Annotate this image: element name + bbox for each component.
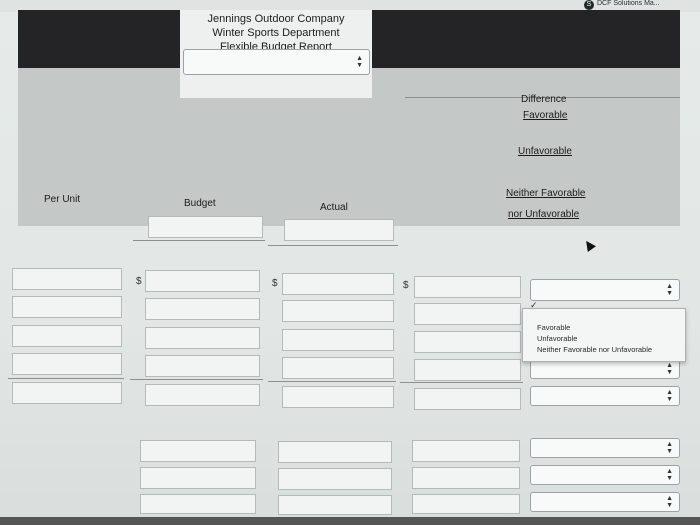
currency-symbol: $ <box>272 278 278 289</box>
difference-header: Difference <box>521 94 567 105</box>
screen-bezel <box>0 517 700 525</box>
dropdown-option-favorable[interactable]: Favorable <box>537 323 570 332</box>
difference-type-select[interactable]: ▲ ▼ <box>530 386 680 406</box>
difference-amount-input[interactable] <box>412 467 520 489</box>
budget-amount-input[interactable] <box>145 298 260 320</box>
budget-amount-input[interactable] <box>145 327 260 349</box>
budget-amount-input[interactable] <box>140 467 256 489</box>
actual-amount-input[interactable] <box>282 273 394 295</box>
difference-type-select[interactable]: ▲ ▼ <box>530 359 680 379</box>
budget-header: Budget <box>184 198 216 209</box>
actual-amount-input[interactable] <box>278 495 392 515</box>
difference-type-select[interactable]: ▲ ▼ <box>530 438 680 458</box>
per-unit-header: Per Unit <box>44 194 81 205</box>
actual-amount-input[interactable] <box>282 329 394 351</box>
dropdown-option-neither[interactable]: Neither Favorable nor Unfavorable <box>537 345 652 354</box>
actual-header: Actual <box>320 202 348 213</box>
total-rule <box>130 379 263 380</box>
up-down-arrows-icon: ▲ ▼ <box>666 468 673 482</box>
currency-symbol: $ <box>136 276 142 287</box>
solutions-bookmark[interactable]: DCF Solutions Ma... <box>597 0 660 7</box>
budget-amount-input[interactable] <box>145 384 260 406</box>
solutions-icon: S <box>584 0 594 10</box>
actual-amount-input[interactable] <box>278 441 392 463</box>
budget-activity-rule <box>133 240 265 241</box>
up-down-arrows-icon: ▲ ▼ <box>666 441 673 455</box>
department-name: Winter Sports Department <box>212 27 340 39</box>
per-unit-input[interactable] <box>12 382 122 404</box>
total-rule <box>8 378 124 379</box>
difference-amount-input[interactable] <box>414 388 521 410</box>
difference-type-select[interactable]: ▲ ▼ <box>530 465 680 485</box>
up-down-arrows-icon: ▲ ▼ <box>356 55 363 69</box>
budget-amount-input[interactable] <box>145 270 260 292</box>
difference-amount-input[interactable] <box>412 440 520 462</box>
company-name: Jennings Outdoor Company <box>207 13 345 25</box>
difference-type-select[interactable]: ▲ ▼ <box>530 279 680 301</box>
budget-amount-input[interactable] <box>140 494 256 514</box>
actual-amount-input[interactable] <box>282 300 394 322</box>
per-unit-input[interactable] <box>12 353 122 375</box>
total-rule <box>268 381 396 382</box>
up-down-arrows-icon: ▲ ▼ <box>666 362 673 376</box>
up-down-arrows-icon: ▲ ▼ <box>666 283 673 297</box>
difference-type-select[interactable]: ▲ ▼ <box>530 492 680 512</box>
budget-amount-input[interactable] <box>140 440 256 462</box>
total-rule <box>400 382 523 383</box>
difference-amount-input[interactable] <box>414 331 521 353</box>
currency-symbol: $ <box>403 280 409 291</box>
report-period-select[interactable]: ▲ ▼ <box>183 49 370 75</box>
difference-amount-input[interactable] <box>412 494 520 514</box>
budget-activity-input[interactable] <box>148 216 263 238</box>
budget-amount-input[interactable] <box>145 355 260 377</box>
actual-activity-rule <box>268 245 398 246</box>
actual-activity-input[interactable] <box>284 219 394 241</box>
up-down-arrows-icon: ▲ ▼ <box>666 389 673 403</box>
dropdown-option-unfavorable[interactable]: Unfavorable <box>537 334 577 343</box>
neither-header-line1: Neither Favorable <box>506 188 586 199</box>
actual-amount-input[interactable] <box>282 386 394 408</box>
per-unit-input[interactable] <box>12 325 122 347</box>
favorable-header: Favorable <box>523 110 568 121</box>
up-down-arrows-icon: ▲ ▼ <box>666 495 673 509</box>
per-unit-input[interactable] <box>12 268 122 290</box>
unfavorable-header: Unfavorable <box>518 146 572 157</box>
difference-amount-input[interactable] <box>414 303 521 325</box>
difference-amount-input[interactable] <box>414 359 521 381</box>
per-unit-input[interactable] <box>12 296 122 318</box>
neither-header-line2: nor Unfavorable <box>508 209 580 220</box>
difference-amount-input[interactable] <box>414 276 521 298</box>
difference-type-dropdown-menu[interactable]: Favorable Unfavorable Neither Favorable … <box>522 308 686 362</box>
actual-amount-input[interactable] <box>282 357 394 379</box>
actual-amount-input[interactable] <box>278 468 392 490</box>
